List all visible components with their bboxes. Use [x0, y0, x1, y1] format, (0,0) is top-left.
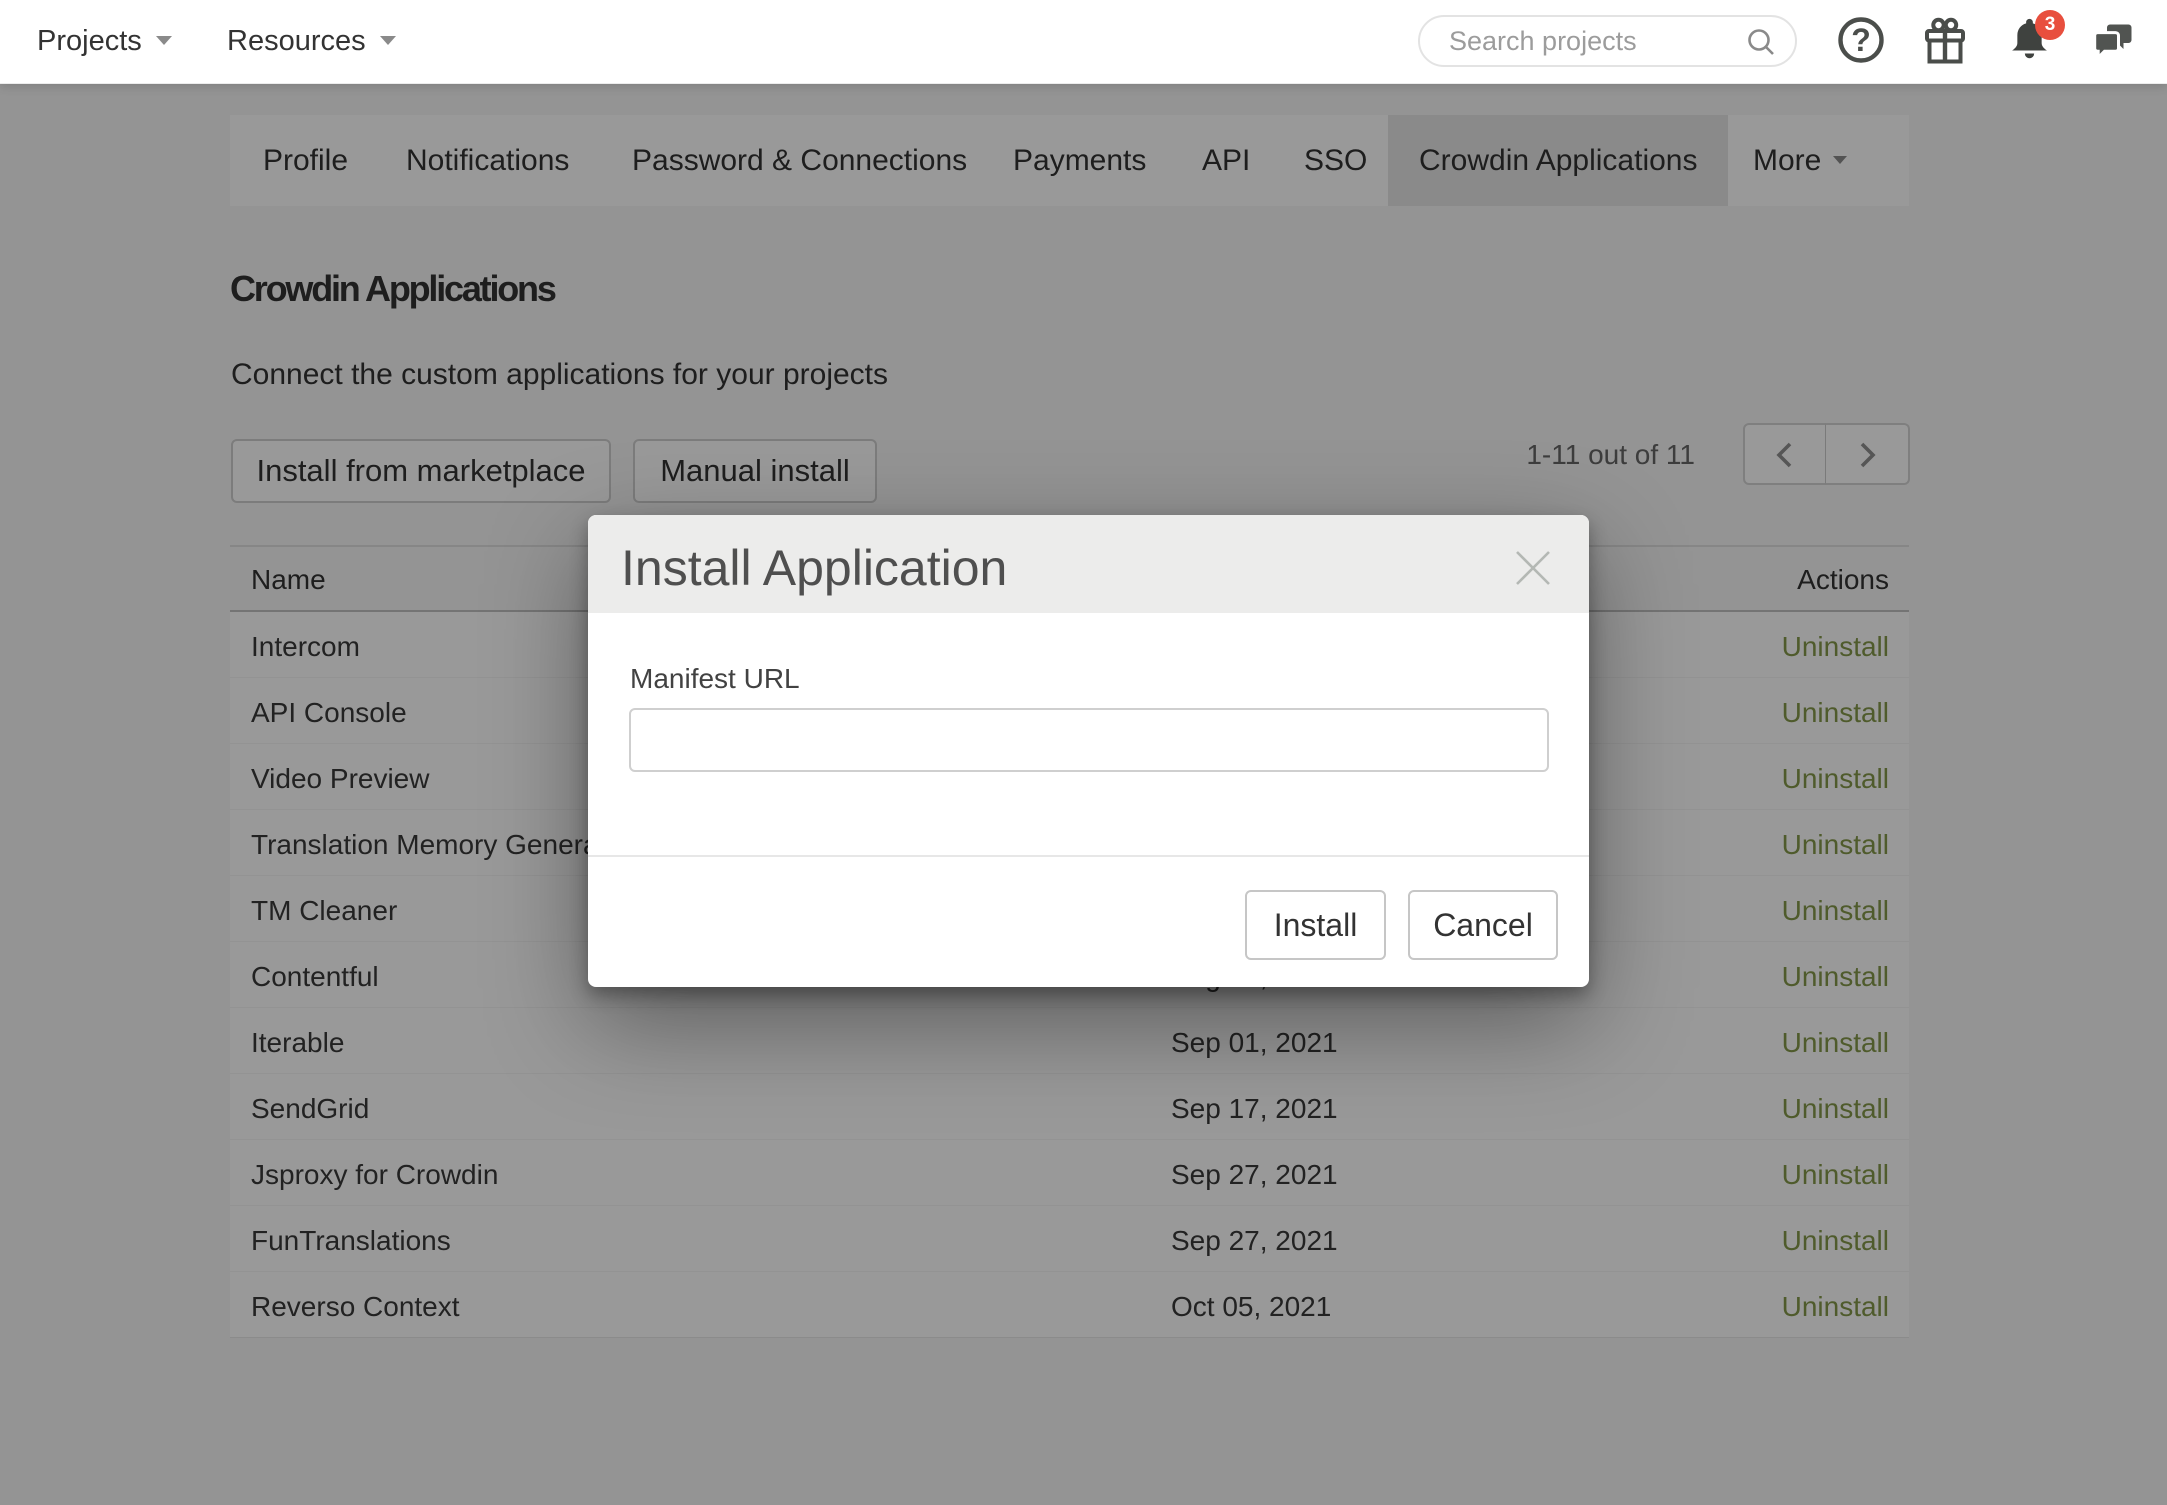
svg-text:?: ? [1851, 22, 1871, 58]
